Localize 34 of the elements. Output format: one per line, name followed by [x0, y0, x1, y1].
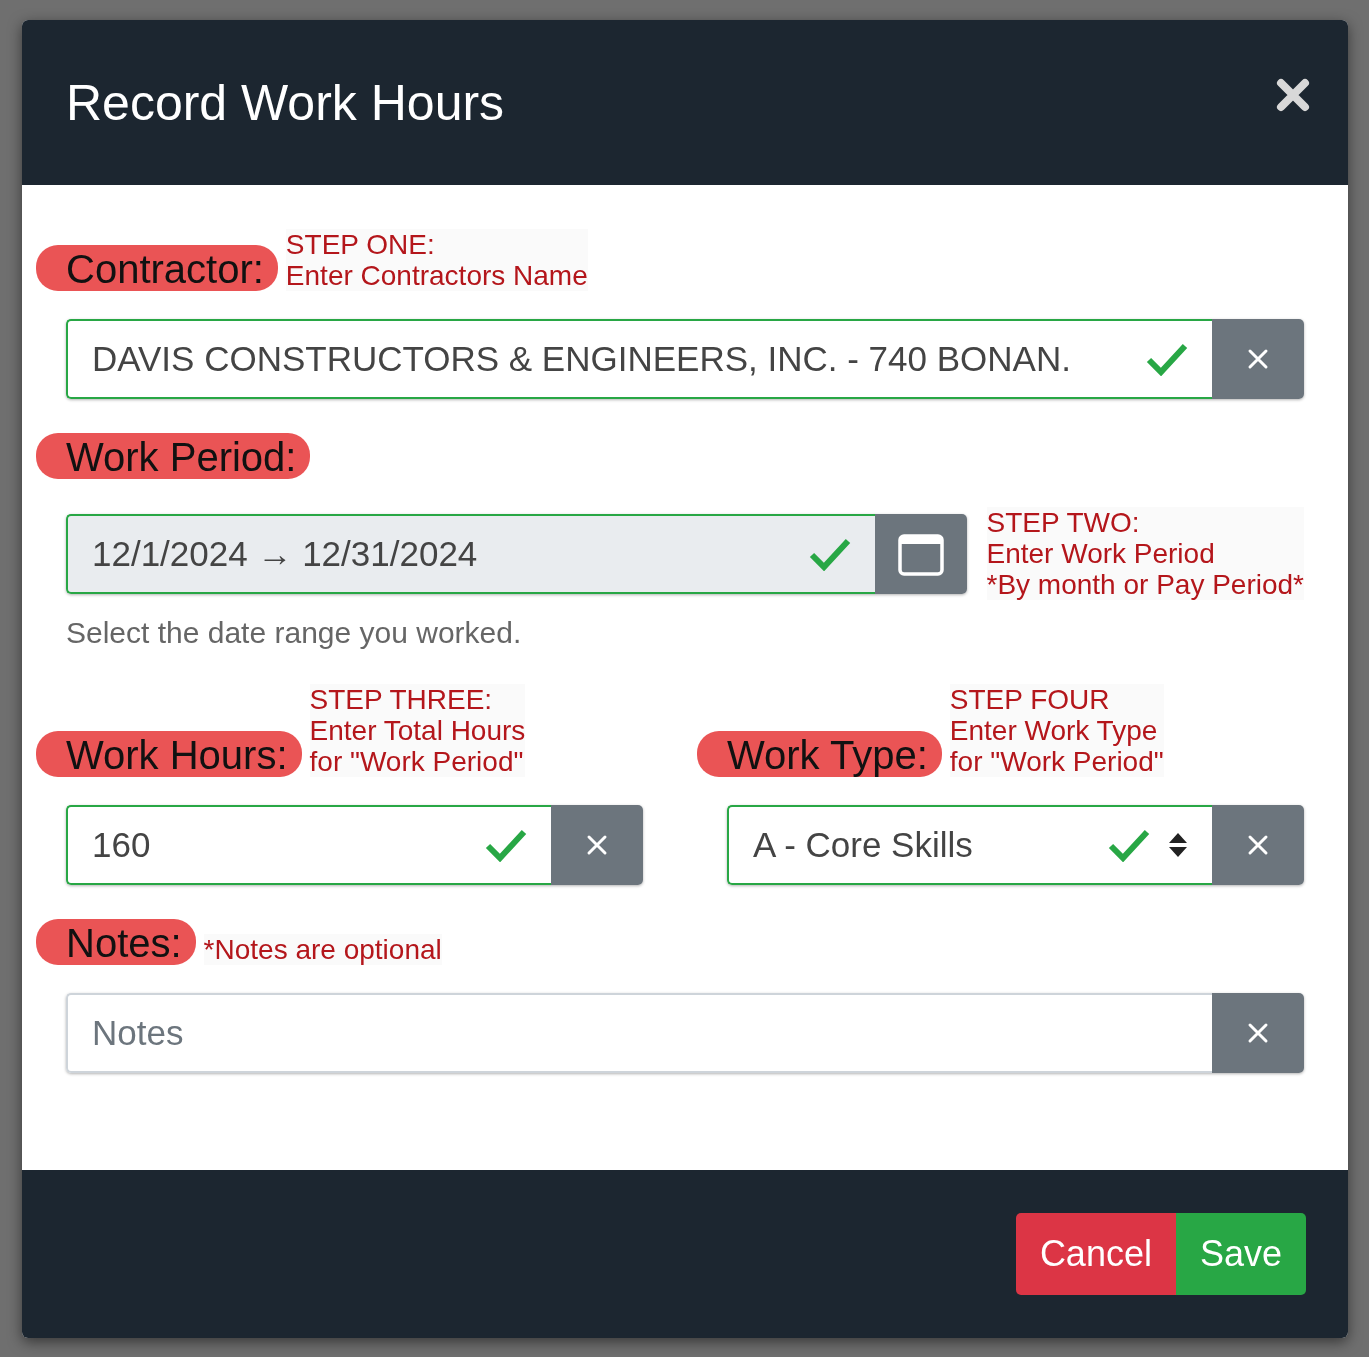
- close-button[interactable]: [1276, 78, 1310, 112]
- clear-button[interactable]: [1212, 805, 1304, 885]
- field-label: Work Type:: [697, 731, 942, 777]
- window-title: Record Work Hours: [66, 73, 505, 132]
- check-icon: [808, 536, 851, 571]
- field-label: Work Period:: [36, 433, 311, 479]
- clear-icon: [1247, 834, 1269, 856]
- step-note: STEP ONE: Enter Contractors Name: [285, 229, 588, 291]
- help-text: Select the date range you worked.: [66, 616, 523, 650]
- clear-icon: [1247, 348, 1269, 370]
- clear-button[interactable]: [1212, 319, 1304, 399]
- check-icon: [1108, 828, 1150, 862]
- clear-button[interactable]: [551, 805, 643, 885]
- date-range-field[interactable]: 12/1/2024 → 12/31/2024: [66, 513, 875, 594]
- input-field[interactable]: DAVIS CONSTRUCTORS & ENGINEERS, INC. - 740 BONAN.: [66, 319, 1212, 399]
- cancel-button[interactable]: Cancel: [1015, 1213, 1176, 1295]
- check-icon: [1146, 342, 1188, 376]
- field-label: Work Hours:: [36, 731, 302, 777]
- clear-icon: [1247, 1022, 1269, 1044]
- clear-icon: [586, 834, 608, 856]
- field-label: Notes:: [36, 919, 196, 965]
- field-label: Contractor:: [36, 245, 278, 291]
- input-field[interactable]: 160: [66, 805, 551, 885]
- step-note: STEP FOUR Enter Work Type for "Work Period": [949, 684, 1164, 777]
- calendar-button[interactable]: [874, 513, 967, 594]
- step-note: *Notes are optional: [203, 934, 442, 965]
- select-caret-icon: [1168, 831, 1188, 859]
- check-icon: [485, 828, 527, 862]
- input-field[interactable]: Notes: [66, 993, 1212, 1073]
- select-field[interactable]: A - Core Skills: [727, 805, 1212, 885]
- step-note: STEP THREE: Enter Total Hours for "Work Period": [309, 684, 526, 777]
- clear-button[interactable]: [1212, 993, 1304, 1073]
- close-icon: [1276, 78, 1310, 112]
- step-note: STEP TWO: Enter Work Period *By month or Pay Period*: [986, 507, 1304, 600]
